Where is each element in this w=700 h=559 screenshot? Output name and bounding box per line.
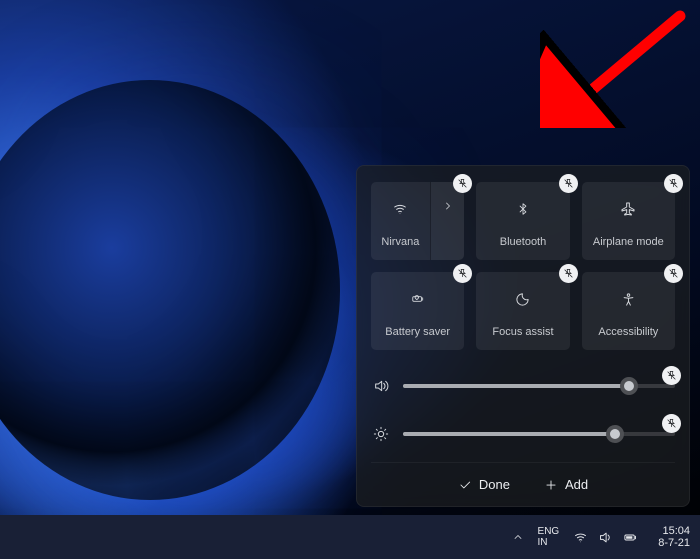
unpin-icon bbox=[668, 178, 679, 189]
panel-footer: Done Add bbox=[371, 462, 675, 496]
language-indicator[interactable]: ENG IN bbox=[538, 526, 560, 548]
add-button[interactable]: Add bbox=[538, 473, 594, 496]
system-tray[interactable] bbox=[573, 530, 638, 545]
volume-icon[interactable] bbox=[371, 378, 391, 394]
unpin-button-battery[interactable] bbox=[453, 264, 472, 283]
airplane-label: Airplane mode bbox=[593, 236, 664, 248]
unpin-button-brightness[interactable] bbox=[662, 414, 681, 433]
accessibility-icon bbox=[621, 292, 636, 307]
clock[interactable]: 15:04 8-7-21 bbox=[658, 525, 690, 549]
quick-settings-grid: Nirvana Bluetooth Airplane mode bbox=[371, 182, 675, 350]
focus-assist-tile[interactable]: Focus assist bbox=[476, 272, 569, 350]
unpin-button-bluetooth[interactable] bbox=[559, 174, 578, 193]
bluetooth-tile[interactable]: Bluetooth bbox=[476, 182, 569, 260]
volume-tray-icon[interactable] bbox=[598, 530, 613, 545]
accessibility-tile[interactable]: Accessibility bbox=[582, 272, 675, 350]
accessibility-label: Accessibility bbox=[598, 326, 658, 338]
brightness-icon[interactable] bbox=[371, 426, 391, 442]
tray-overflow-icon[interactable] bbox=[512, 531, 524, 543]
unpin-icon bbox=[563, 178, 574, 189]
bluetooth-label: Bluetooth bbox=[500, 236, 546, 248]
unpin-icon bbox=[457, 268, 468, 279]
bluetooth-icon bbox=[516, 202, 530, 216]
wifi-icon bbox=[392, 201, 408, 217]
lang-top: ENG bbox=[538, 526, 560, 537]
unpin-button-accessibility[interactable] bbox=[664, 264, 683, 283]
battery-tray-icon[interactable] bbox=[623, 530, 638, 545]
date-text: 8-7-21 bbox=[658, 537, 690, 549]
unpin-button-volume[interactable] bbox=[662, 366, 681, 385]
volume-slider[interactable] bbox=[403, 384, 675, 388]
battery-saver-label: Battery saver bbox=[385, 326, 450, 338]
wifi-tray-icon[interactable] bbox=[573, 530, 588, 545]
airplane-icon bbox=[620, 201, 636, 217]
unpin-icon bbox=[666, 418, 677, 429]
chevron-right-icon bbox=[442, 200, 454, 212]
unpin-icon bbox=[666, 370, 677, 381]
quick-settings-panel: Nirvana Bluetooth Airplane mode bbox=[356, 165, 690, 507]
battery-saver-tile[interactable]: Battery saver bbox=[371, 272, 464, 350]
check-icon bbox=[458, 478, 472, 492]
wifi-toggle[interactable]: Nirvana bbox=[371, 182, 431, 260]
brightness-slider-row bbox=[371, 422, 675, 446]
wifi-label: Nirvana bbox=[381, 236, 419, 248]
done-button[interactable]: Done bbox=[452, 473, 516, 496]
battery-saver-icon bbox=[409, 292, 427, 306]
plus-icon bbox=[544, 478, 558, 492]
lang-bottom: IN bbox=[538, 537, 548, 548]
unpin-icon bbox=[563, 268, 574, 279]
airplane-tile[interactable]: Airplane mode bbox=[582, 182, 675, 260]
unpin-button-wifi[interactable] bbox=[453, 174, 472, 193]
taskbar: ENG IN 15:04 8-7-21 bbox=[0, 515, 700, 559]
brightness-slider[interactable] bbox=[403, 432, 675, 436]
wifi-tile[interactable]: Nirvana bbox=[371, 182, 464, 260]
unpin-button-airplane[interactable] bbox=[664, 174, 683, 193]
time-text: 15:04 bbox=[662, 525, 690, 537]
unpin-icon bbox=[668, 268, 679, 279]
volume-slider-row bbox=[371, 374, 675, 398]
focus-assist-label: Focus assist bbox=[492, 326, 553, 338]
add-label: Add bbox=[565, 477, 588, 492]
unpin-icon bbox=[457, 178, 468, 189]
focus-assist-icon bbox=[515, 292, 530, 307]
unpin-button-focus[interactable] bbox=[559, 264, 578, 283]
done-label: Done bbox=[479, 477, 510, 492]
wifi-expand-button[interactable] bbox=[431, 182, 465, 260]
